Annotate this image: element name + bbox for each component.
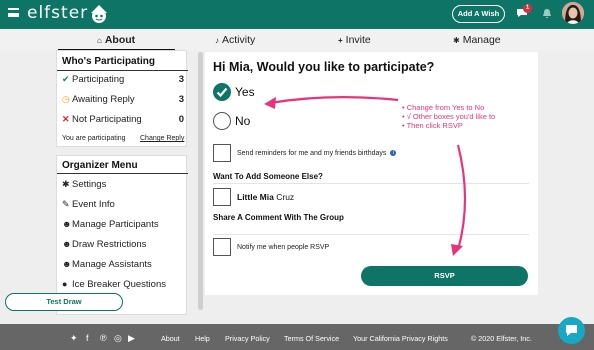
- arrow-to-rsvp: [456, 144, 467, 251]
- arrow-head-left: [264, 97, 276, 109]
- arrow-head-down: [451, 244, 463, 256]
- footer-link-california-privacy[interactable]: Your California Privacy Rights: [353, 334, 448, 343]
- chat-support-button[interactable]: [558, 317, 585, 344]
- instagram-icon[interactable]: ◎: [114, 333, 122, 344]
- facebook-icon[interactable]: f: [86, 333, 89, 343]
- twitter-icon[interactable]: ✦: [70, 333, 78, 344]
- footer: ✦ f ℗ ◎ ▶ About Help Privacy Policy Term…: [0, 324, 594, 350]
- copyright: © 2020 Elfster, Inc.: [471, 334, 532, 343]
- annotation-arrows: [264, 96, 467, 256]
- footer-link-privacy-policy[interactable]: Privacy Policy: [225, 334, 270, 343]
- footer-link-help[interactable]: Help: [195, 334, 210, 343]
- pinterest-icon[interactable]: ℗: [100, 333, 107, 343]
- arrow-to-no: [269, 96, 399, 105]
- footer-link-terms[interactable]: Terms Of Service: [284, 334, 339, 343]
- youtube-icon[interactable]: ▶: [128, 333, 135, 344]
- footer-link-about[interactable]: About: [161, 334, 180, 343]
- chat-bubble-icon: [566, 325, 577, 336]
